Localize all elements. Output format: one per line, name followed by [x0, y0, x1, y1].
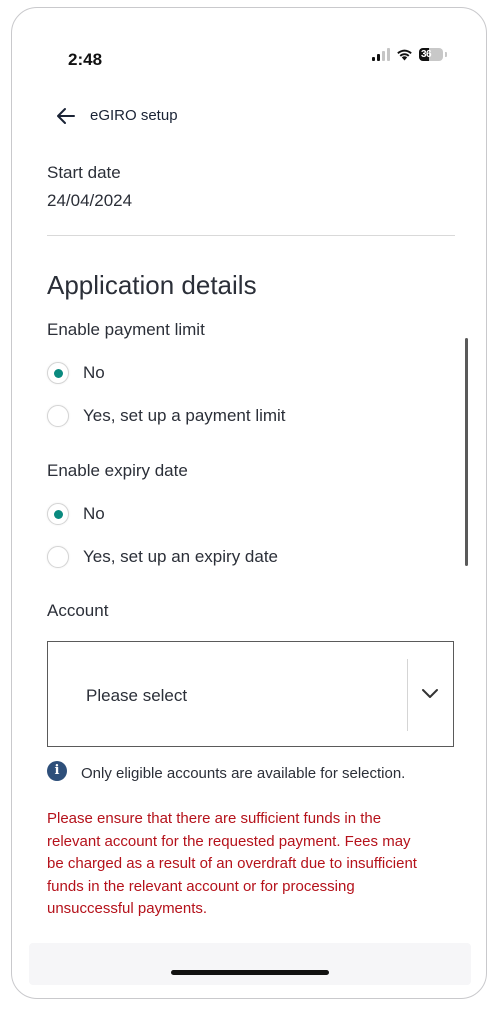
info-text: Only eligible accounts are available for… [81, 765, 406, 782]
signal-icon [372, 48, 390, 61]
arrow-left-icon[interactable] [55, 105, 77, 127]
radio-selected-icon[interactable] [47, 503, 69, 525]
account-select[interactable]: Please select [47, 641, 454, 747]
radio-unselected-icon[interactable] [47, 546, 69, 568]
payment-limit-yes-radio[interactable]: Yes, set up a payment limit [47, 405, 286, 427]
radio-label: No [83, 363, 105, 382]
phone-frame: 2:48 36 eGIRO setup Start date 24/04/202… [11, 7, 487, 999]
radio-label: Yes, set up an expiry date [83, 547, 279, 566]
battery-icon: 36 [419, 48, 443, 61]
account-label: Account [47, 601, 109, 620]
warning-text: Please ensure that there are sufficient … [47, 810, 417, 917]
status-icons: 36 [372, 48, 447, 61]
radio-label: Yes, set up a payment limit [83, 406, 286, 425]
battery-cap [445, 52, 447, 57]
radio-label: No [83, 504, 105, 523]
select-separator [407, 659, 408, 731]
chevron-down-icon[interactable] [421, 686, 439, 700]
expiry-date-yes-radio[interactable]: Yes, set up an expiry date [47, 546, 278, 568]
status-time: 2:48 [68, 50, 103, 69]
payment-limit-no-radio[interactable]: No [47, 362, 105, 384]
expiry-date-no-radio[interactable]: No [47, 503, 105, 525]
battery-level: 36 [421, 49, 432, 60]
radio-unselected-icon[interactable] [47, 405, 69, 427]
expiry-date-label: Enable expiry date [47, 461, 188, 480]
scrollbar[interactable] [465, 338, 468, 566]
section-title: Application details [47, 270, 257, 300]
start-date-value: 24/04/2024 [47, 191, 133, 210]
wifi-icon [397, 49, 412, 61]
divider [47, 235, 455, 236]
home-indicator[interactable] [171, 970, 329, 975]
payment-limit-label: Enable payment limit [47, 320, 205, 339]
start-date-label: Start date [47, 163, 121, 182]
page-title: eGIRO setup [90, 107, 178, 124]
radio-selected-icon[interactable] [47, 362, 69, 384]
bottom-bar [29, 943, 471, 985]
account-select-value: Please select [86, 686, 188, 705]
